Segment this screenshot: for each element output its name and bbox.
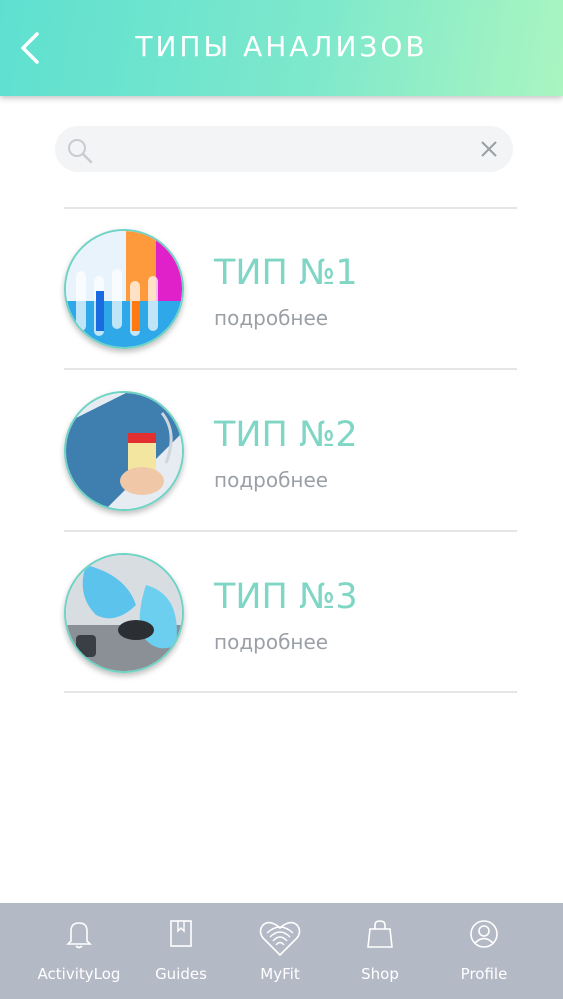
item-details-link[interactable]: подробнее — [214, 468, 328, 492]
profile-icon — [470, 920, 498, 948]
item-title: ТИП №2 — [214, 415, 358, 455]
search-input[interactable] — [103, 126, 467, 174]
tab-label: Profile — [460, 965, 508, 983]
list-item[interactable]: ТИП №1 подробнее — [64, 209, 517, 369]
sample-container-photo — [64, 391, 184, 511]
item-title: ТИП №1 — [214, 253, 358, 293]
tab-shop[interactable]: Shop — [325, 903, 435, 999]
tab-myfit[interactable]: MyFit — [225, 903, 335, 999]
tab-activitylog[interactable]: ActivityLog — [24, 903, 134, 999]
divider — [64, 691, 517, 693]
page-title: ТИПЫ АНАЛИЗОВ — [135, 30, 428, 63]
item-details-link[interactable]: подробнее — [214, 306, 328, 330]
tab-label: MyFit — [260, 965, 300, 983]
tab-label: Shop — [361, 965, 399, 983]
book-icon — [170, 920, 192, 947]
bag-icon — [367, 920, 393, 948]
test-tubes-photo — [64, 229, 184, 349]
divider — [64, 530, 517, 532]
list-item[interactable]: ТИП №3 подробнее — [64, 533, 517, 693]
tab-profile[interactable]: Profile — [429, 903, 539, 999]
tab-label: ActivityLog — [37, 965, 121, 983]
search-bar — [55, 126, 513, 174]
header-bar: ТИПЫ АНАЛИЗОВ — [0, 0, 563, 96]
tab-label: Guides — [155, 965, 207, 983]
tab-guides[interactable]: Guides — [126, 903, 236, 999]
divider — [64, 368, 517, 370]
item-details-link[interactable]: подробнее — [214, 630, 328, 654]
search-icon — [68, 139, 93, 164]
lab-gloves-photo — [64, 553, 184, 673]
list-item[interactable]: ТИП №2 подробнее — [64, 371, 517, 531]
close-icon[interactable] — [479, 139, 499, 159]
bottom-tab-bar: ActivityLog Guides MyFit Shop Profile — [0, 903, 563, 999]
item-title: ТИП №3 — [214, 577, 358, 617]
heart-fingerprint-icon — [259, 921, 301, 957]
bell-icon — [66, 922, 92, 949]
